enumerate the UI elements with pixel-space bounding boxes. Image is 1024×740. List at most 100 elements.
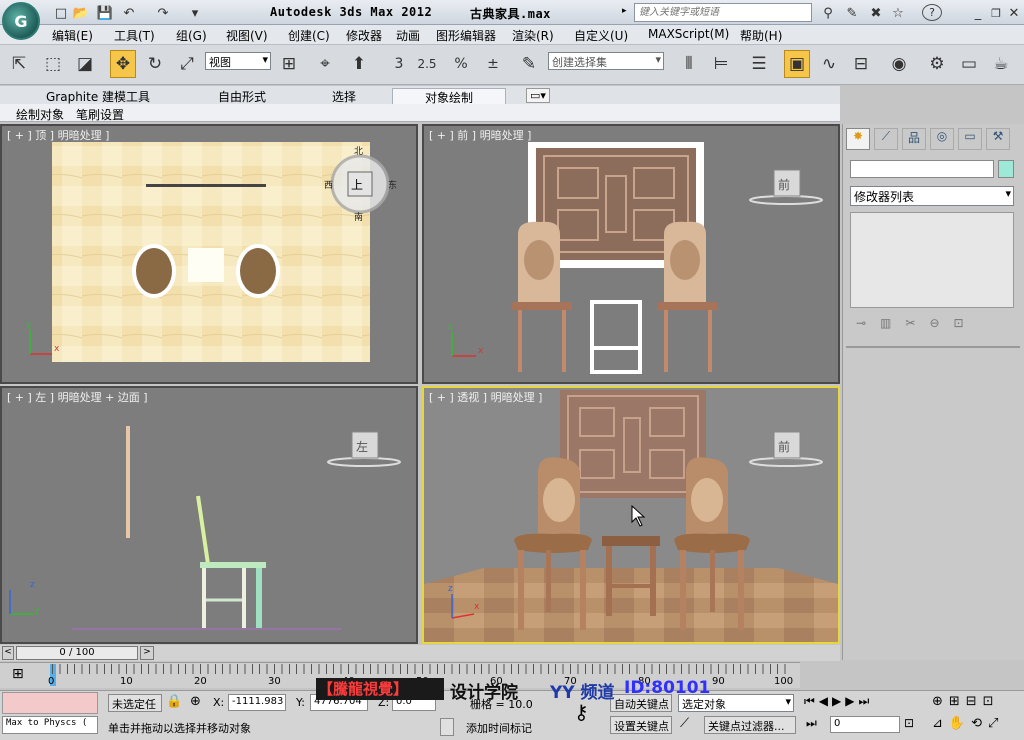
maxscript-mini-listener[interactable]: Max to Physcs (	[2, 716, 98, 734]
menu-group[interactable]: 组(G)	[176, 27, 207, 44]
edit-named-selection-icon[interactable]: ✎	[516, 50, 542, 78]
key-filters-button[interactable]: 关键点过滤器...	[704, 716, 796, 734]
modifier-list-dropdown[interactable]: 修改器列表	[850, 186, 1014, 206]
mirror-icon[interactable]: ⫴	[676, 50, 702, 78]
hierarchy-tab-icon[interactable]: 品	[902, 128, 926, 150]
tab-selection[interactable]: 选择	[332, 88, 356, 105]
keyboard-shortcut-override-icon[interactable]: ⬆	[346, 50, 372, 78]
redo-icon[interactable]: ↷	[154, 4, 172, 22]
time-prev-icon[interactable]: <	[2, 646, 14, 660]
angle-snap-icon[interactable]: 2.5	[414, 50, 440, 78]
mini-curve-editor-icon[interactable]: ⊞	[12, 666, 24, 682]
render-production-icon[interactable]: ☕	[988, 50, 1014, 78]
display-tab-icon[interactable]: ▭	[958, 128, 982, 150]
absolute-mode-icon[interactable]: ⊕	[190, 694, 201, 709]
key-tangent-icon[interactable]: ⟋	[680, 716, 689, 731]
time-config-icon[interactable]: ⊡	[904, 716, 914, 730]
lock-selection-icon[interactable]: 🔒	[166, 694, 182, 709]
menu-tools[interactable]: 工具(T)	[114, 27, 155, 44]
viewport-perspective[interactable]: [ + ] 透视 ] 明暗处理 ] 前 x z	[422, 386, 840, 644]
menu-modifiers[interactable]: 修改器	[346, 27, 382, 44]
minimize-button[interactable]: _	[970, 4, 986, 22]
new-file-icon[interactable]: □	[52, 4, 70, 22]
help-icon[interactable]: ?	[922, 4, 942, 21]
save-file-icon[interactable]: 💾	[96, 4, 114, 22]
viewport-perspective-label[interactable]: [ + ] 透视 ] 明暗处理 ]	[429, 389, 542, 405]
viewport-nav-top[interactable]: ⊕⊞⊟⊡	[932, 694, 1000, 709]
object-name-input[interactable]	[850, 160, 994, 178]
viewcube-front-face[interactable]: 前	[778, 176, 790, 193]
menu-edit[interactable]: 编辑(E)	[52, 27, 93, 44]
spinner-snap-icon[interactable]: ±	[480, 50, 506, 78]
create-tab-icon[interactable]: ✸	[846, 128, 870, 150]
curve-editor-icon[interactable]: ∿	[816, 50, 842, 78]
time-slider[interactable]: 0 / 100	[16, 646, 138, 660]
maxscript-listener-pink[interactable]	[2, 692, 98, 714]
utilities-tab-icon[interactable]: ⚒	[986, 128, 1010, 150]
open-file-icon[interactable]: 📂	[72, 4, 90, 22]
viewport-nav-bottom[interactable]: ⊿✋⟲⤢	[932, 716, 1004, 731]
viewcube-left-face[interactable]: 左	[356, 438, 368, 455]
select-and-scale-icon[interactable]: ⤢	[174, 50, 200, 78]
layer-manager-icon[interactable]: ☰	[746, 50, 772, 78]
menu-customize[interactable]: 自定义(U)	[574, 27, 628, 44]
customize-quick-access-icon[interactable]: ▾	[188, 4, 202, 22]
menu-create[interactable]: 创建(C)	[288, 27, 330, 44]
reference-coordinate-dropdown[interactable]: 视图	[205, 52, 271, 70]
schematic-view-icon[interactable]: ⊟	[848, 50, 874, 78]
menu-maxscript[interactable]: MAXScript(M)	[648, 27, 729, 41]
set-key-button[interactable]: 设置关键点	[610, 716, 672, 734]
star-icon[interactable]: ☆	[888, 4, 908, 22]
search-expand-icon[interactable]: ▸	[622, 6, 627, 16]
select-region-icon[interactable]: ⬚	[40, 50, 66, 78]
x-coordinate-field[interactable]: -1111.983	[228, 694, 286, 711]
menu-rendering[interactable]: 渲染(R)	[512, 27, 554, 44]
snaps-toggle-icon[interactable]: 3	[386, 50, 412, 78]
modify-tab-icon[interactable]: ⟋	[874, 128, 898, 150]
time-tag-icon[interactable]	[440, 718, 454, 736]
window-crossing-icon[interactable]: ◪	[72, 50, 98, 78]
stack-buttons[interactable]: ⊸▥✂⊖⊡	[856, 316, 978, 330]
viewport-top[interactable]: [ + ] 顶 ] 明暗处理 ] 上 北 西 南 东 x y	[0, 124, 418, 384]
set-key-mode-icon[interactable]: ⚷	[574, 700, 589, 724]
viewport-left[interactable]: [ + ] 左 ] 明暗处理 + 边面 ] 左 y z	[0, 386, 418, 644]
motion-tab-icon[interactable]: ◎	[930, 128, 954, 150]
ribbon-options-icon[interactable]: ▭▾	[526, 88, 550, 103]
menu-graph-editors[interactable]: 图形编辑器	[436, 27, 496, 44]
object-color-swatch[interactable]	[998, 160, 1014, 178]
select-and-rotate-icon[interactable]: ↻	[142, 50, 168, 78]
subtab-brush-settings[interactable]: 笔刷设置	[76, 106, 124, 123]
viewport-front[interactable]: [ + ] 前 ] 明暗处理 ] 前 x z	[422, 124, 840, 384]
tab-freeform[interactable]: 自由形式	[218, 88, 266, 105]
add-time-tag-button[interactable]: 添加时间标记	[466, 720, 532, 736]
select-manipulate-icon[interactable]: ⌖	[312, 50, 338, 78]
close-button[interactable]: ✕	[1006, 4, 1022, 22]
graphite-toggle-icon[interactable]: ▣	[784, 50, 810, 78]
playback-controls[interactable]: ⏮◀▶▶⏭	[804, 694, 873, 709]
viewcube-perspective-face[interactable]: 前	[778, 438, 790, 455]
satellite-icon[interactable]: ✎	[842, 4, 862, 22]
material-editor-icon[interactable]: ◉	[886, 50, 912, 78]
select-and-move-icon[interactable]: ✥	[110, 50, 136, 78]
search-input[interactable]	[634, 3, 812, 22]
rendered-frame-window-icon[interactable]: ▭	[956, 50, 982, 78]
menu-help[interactable]: 帮助(H)	[740, 27, 782, 44]
menu-animation[interactable]: 动画	[396, 27, 420, 44]
named-selection-set-dropdown[interactable]: 创建选择集	[548, 52, 664, 70]
tab-graphite-modeling[interactable]: Graphite 建模工具	[46, 88, 150, 105]
time-next-icon[interactable]: >	[140, 646, 154, 660]
restore-button[interactable]: ❐	[988, 4, 1004, 22]
binoculars-icon[interactable]: ⚲	[818, 4, 838, 22]
undo-icon[interactable]: ↶	[120, 4, 138, 22]
exchange-icon[interactable]: ✖	[866, 4, 886, 22]
modifier-stack-list[interactable]	[850, 212, 1014, 308]
menu-views[interactable]: 视图(V)	[226, 27, 268, 44]
pivot-center-icon[interactable]: ⊞	[276, 50, 302, 78]
align-icon[interactable]: ⊨	[708, 50, 734, 78]
select-object-icon[interactable]: ⇱	[6, 50, 32, 78]
current-frame-field[interactable]: 0	[830, 716, 900, 733]
viewcube-top-face[interactable]: 上	[351, 176, 363, 193]
app-logo-button[interactable]: G	[2, 2, 40, 40]
render-setup-icon[interactable]: ⚙	[924, 50, 950, 78]
percent-snap-icon[interactable]: %	[448, 50, 474, 78]
